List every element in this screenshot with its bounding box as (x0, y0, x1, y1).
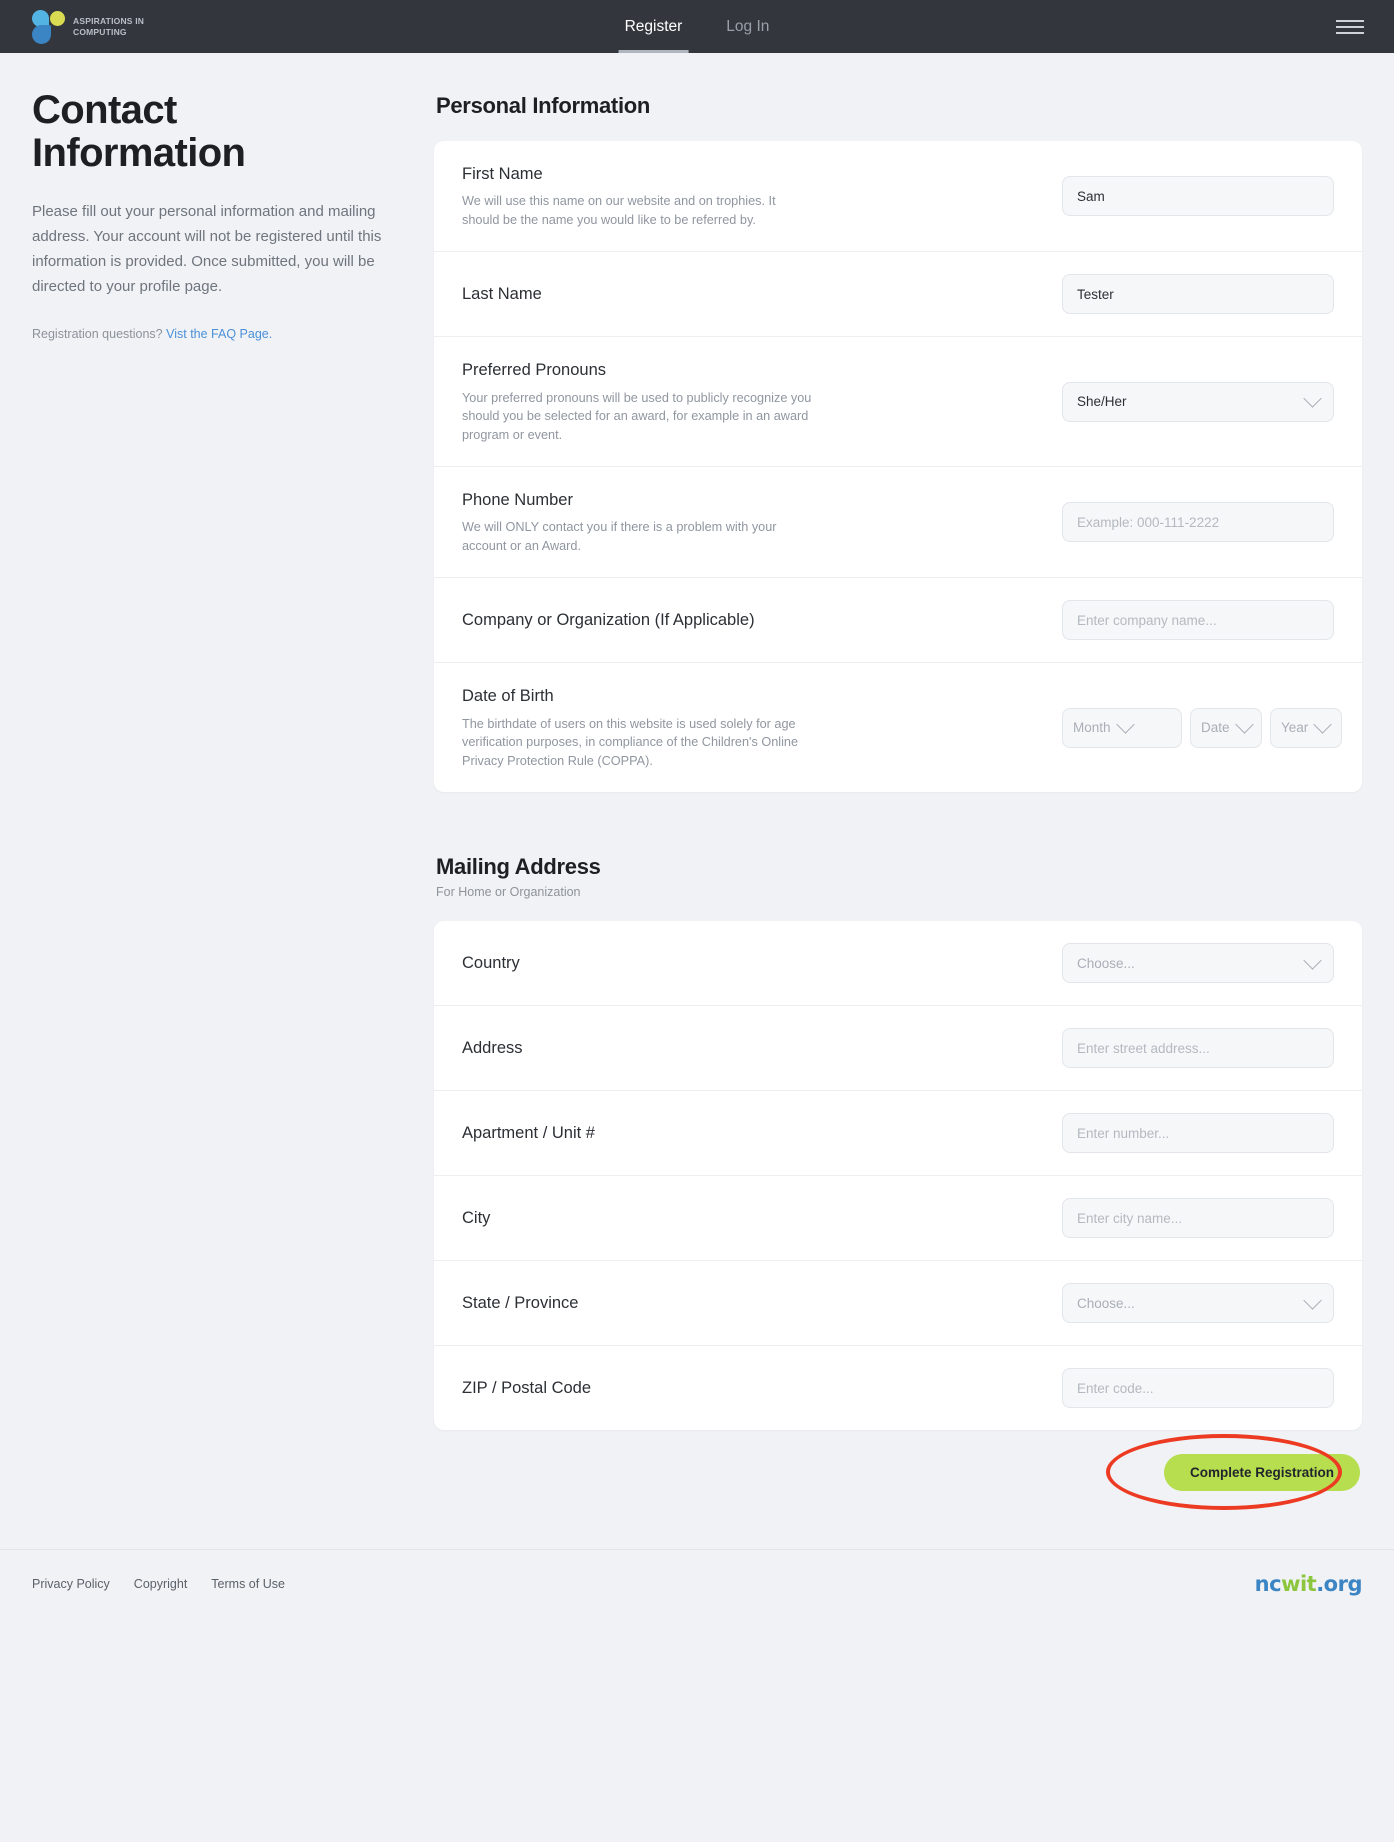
apartment-input[interactable] (1062, 1113, 1334, 1154)
field-row-date-of-birth: Date of Birth The birthdate of users on … (434, 663, 1362, 792)
state-province-select[interactable]: Choose... (1062, 1283, 1334, 1324)
zip-input[interactable] (1062, 1368, 1334, 1409)
field-row-preferred-pronouns: Preferred Pronouns Your preferred pronou… (434, 337, 1362, 468)
dob-month-select[interactable]: Month (1062, 707, 1182, 748)
chevron-down-icon (1115, 715, 1135, 734)
footer-link-terms-of-use[interactable]: Terms of Use (211, 1577, 285, 1591)
hamburger-menu-icon[interactable] (1336, 16, 1364, 38)
mailing-address-heading: Mailing Address (436, 854, 601, 880)
intro-column: Contact Information Please fill out your… (32, 53, 432, 341)
field-row-last-name: Last Name (434, 252, 1362, 338)
address-input[interactable] (1062, 1028, 1334, 1069)
faq-prefix-text: Registration questions? (32, 327, 163, 342)
dob-date-value: Date (1201, 720, 1230, 736)
ncwit-logo-part-3: .org (1316, 1572, 1362, 1597)
field-row-zip: ZIP / Postal Code (434, 1346, 1362, 1430)
label-preferred-pronouns: Preferred Pronouns (462, 361, 606, 380)
personal-information-heading: Personal Information (436, 93, 651, 118)
brand-wordmark: ASPIRATIONS IN COMPUTING (73, 16, 144, 37)
brand-line-2: COMPUTING (73, 26, 127, 37)
country-select[interactable]: Choose... (1062, 943, 1334, 984)
top-navigation-bar: ASPIRATIONS IN COMPUTING Register Log In (0, 0, 1394, 53)
main-nav: Register Log In (603, 0, 792, 53)
footer-link-privacy-policy[interactable]: Privacy Policy (32, 1577, 110, 1591)
chevron-down-icon (1303, 1290, 1322, 1310)
page-body: Contact Information Please fill out your… (0, 53, 1394, 1511)
phone-number-input[interactable] (1062, 502, 1334, 543)
label-country: Country (462, 953, 520, 972)
ncwit-logo-part-1: nc (1254, 1572, 1282, 1597)
label-last-name: Last Name (462, 285, 542, 304)
faq-line: Registration questions? Vist the FAQ Pag… (32, 327, 432, 341)
page-description: Please fill out your personal informatio… (32, 203, 382, 296)
complete-registration-button[interactable]: Complete Registration (1163, 1454, 1360, 1492)
page-footer: Privacy Policy Copyright Terms of Use nc… (0, 1549, 1394, 1624)
mailing-address-subheading: For Home or Organization (436, 885, 581, 900)
dob-date-select[interactable]: Date (1190, 707, 1262, 748)
state-province-value: Choose... (1077, 1295, 1135, 1311)
ncwit-logo[interactable]: ncwit.org (1254, 1572, 1363, 1597)
label-phone-number: Phone Number (462, 491, 573, 510)
submit-row: Complete Registration (434, 1434, 1362, 1511)
field-row-address: Address (434, 1006, 1362, 1092)
first-name-input[interactable] (1062, 176, 1334, 217)
chevron-down-icon (1234, 715, 1254, 734)
personal-information-card: First Name We will use this name on our … (434, 141, 1362, 793)
label-city: City (462, 1208, 491, 1227)
preferred-pronouns-value: She/Her (1077, 394, 1127, 410)
field-row-phone-number: Phone Number We will ONLY contact you if… (434, 467, 1362, 579)
label-zip: ZIP / Postal Code (462, 1378, 592, 1397)
footer-link-copyright[interactable]: Copyright (134, 1577, 188, 1591)
preferred-pronouns-select[interactable]: She/Her (1062, 381, 1334, 422)
footer-links: Privacy Policy Copyright Terms of Use (32, 1577, 285, 1591)
nav-item-register[interactable]: Register (603, 0, 705, 53)
help-phone-number: We will ONLY contact you if there is a p… (462, 520, 777, 553)
label-first-name: First Name (462, 165, 543, 183)
ncwit-logo-part-2: wit (1281, 1572, 1317, 1597)
dob-year-value: Year (1281, 720, 1309, 736)
label-address: Address (462, 1038, 523, 1057)
help-preferred-pronouns: Your preferred pronouns will be used to … (462, 390, 812, 442)
brand-line-1: ASPIRATIONS IN (73, 16, 145, 26)
aspirations-logo-icon (32, 9, 66, 44)
help-first-name: We will use this name on our website and… (462, 194, 776, 227)
label-state-province: State / Province (462, 1293, 579, 1312)
field-row-country: Country Choose... (434, 921, 1362, 1007)
label-date-of-birth: Date of Birth (462, 687, 554, 706)
city-input[interactable] (1062, 1198, 1334, 1239)
chevron-down-icon (1303, 950, 1322, 970)
field-row-state-province: State / Province Choose... (434, 1261, 1362, 1347)
field-row-city: City (434, 1176, 1362, 1262)
help-date-of-birth: The birthdate of users on this website i… (462, 716, 798, 768)
field-row-apartment: Apartment / Unit # (434, 1091, 1362, 1177)
page-title: Contact Information (32, 88, 246, 176)
country-value: Choose... (1077, 955, 1135, 971)
label-company: Company or Organization (If Applicable) (462, 611, 755, 630)
dob-year-select[interactable]: Year (1270, 707, 1342, 748)
chevron-down-icon (1313, 715, 1332, 734)
chevron-down-icon (1303, 389, 1322, 408)
brand-logo[interactable]: ASPIRATIONS IN COMPUTING (32, 9, 144, 44)
form-column: Personal Information First Name We will … (432, 53, 1362, 1511)
field-row-company: Company or Organization (If Applicable) (434, 578, 1362, 664)
faq-link[interactable]: Vist the FAQ Page. (166, 327, 272, 341)
mailing-address-card: Country Choose... Address Enter street a… (434, 921, 1362, 1431)
last-name-input[interactable] (1062, 274, 1334, 315)
field-row-first-name: First Name We will use this name on our … (434, 141, 1362, 253)
label-apartment: Apartment / Unit # (462, 1123, 595, 1142)
company-input[interactable] (1062, 600, 1334, 641)
dob-month-value: Month (1073, 720, 1111, 736)
nav-item-login[interactable]: Log In (704, 0, 791, 53)
